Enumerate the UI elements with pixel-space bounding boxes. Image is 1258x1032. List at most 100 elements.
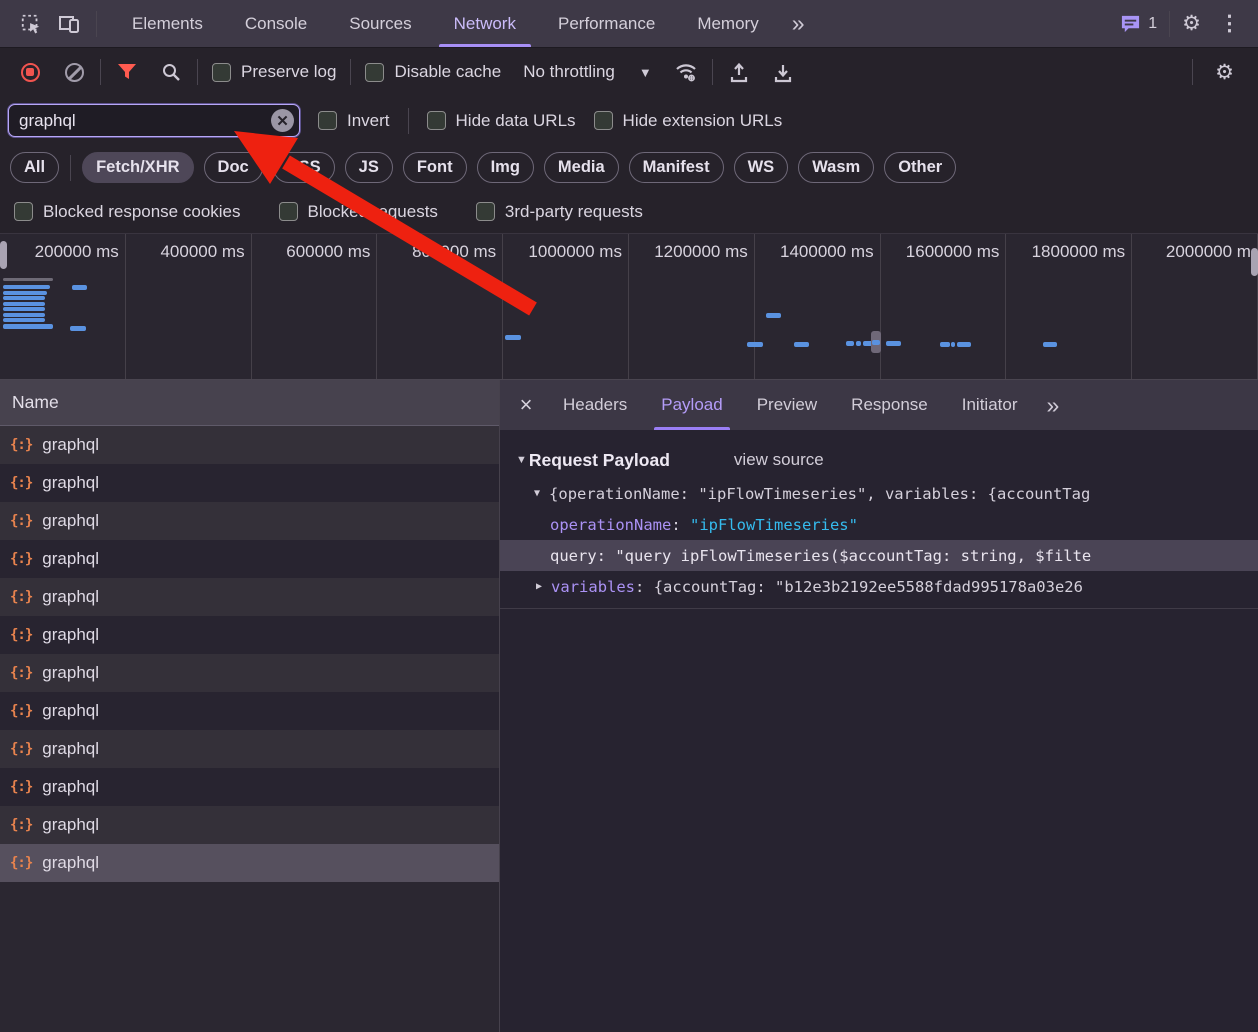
detail-tab-initiator[interactable]: Initiator — [945, 380, 1035, 430]
request-row[interactable]: {:}graphql — [0, 654, 499, 692]
type-chip-js[interactable]: JS — [345, 152, 393, 183]
inspect-element-icon[interactable] — [12, 4, 50, 44]
network-overview-timeline[interactable]: 200000 ms400000 ms600000 ms800000 ms1000… — [0, 233, 1258, 380]
type-chip-ws[interactable]: WS — [734, 152, 789, 183]
json-braces-icon: {:} — [10, 589, 32, 605]
settings-gear-icon[interactable]: ⚙ — [1170, 11, 1213, 36]
preserve-log-checkbox[interactable] — [212, 63, 231, 82]
waterfall-bar — [3, 296, 45, 300]
issues-button[interactable]: 1 — [1108, 14, 1169, 34]
request-row[interactable]: {:}graphql — [0, 464, 499, 502]
clear-filter-icon[interactable]: ✕ — [271, 109, 294, 132]
blocked-response-cookies-checkbox[interactable] — [14, 202, 33, 221]
blocked-requests-filter: Blocked requests — [279, 202, 438, 222]
request-name: graphql — [42, 853, 99, 873]
request-row[interactable]: {:}graphql — [0, 502, 499, 540]
divider — [197, 59, 198, 85]
invert-checkbox[interactable] — [318, 111, 337, 130]
detail-tab-preview[interactable]: Preview — [740, 380, 834, 430]
type-chip-media[interactable]: Media — [544, 152, 619, 183]
detail-tabs: HeadersPayloadPreviewResponseInitiator — [546, 380, 1034, 430]
detail-tab-payload[interactable]: Payload — [644, 380, 739, 430]
divider — [96, 11, 97, 37]
timeline-tick-label: 1800000 ms — [1006, 234, 1131, 262]
device-toolbar-icon[interactable] — [50, 4, 88, 44]
tab-memory[interactable]: Memory — [676, 0, 779, 47]
payload-root-row[interactable]: ▼ {operationName: "ipFlowTimeseries", va… — [500, 478, 1258, 509]
request-row[interactable]: {:}graphql — [0, 578, 499, 616]
extra-filter-row: Blocked response cookiesBlocked requests… — [0, 190, 1258, 233]
request-row[interactable]: {:}graphql — [0, 692, 499, 730]
clear-network-log-icon[interactable] — [56, 54, 92, 90]
waterfall-bar — [957, 342, 971, 347]
record-button[interactable] — [12, 54, 48, 90]
request-name: graphql — [42, 625, 99, 645]
network-settings-gear-icon[interactable]: ⚙ — [1203, 60, 1246, 85]
tab-sources[interactable]: Sources — [328, 0, 432, 47]
more-detail-tabs-icon[interactable]: » — [1034, 392, 1069, 419]
payload-row-operation-name[interactable]: operationName: "ipFlowTimeseries" — [500, 509, 1258, 540]
type-chip-css[interactable]: CSS — [273, 152, 335, 183]
view-source-link[interactable]: view source — [734, 450, 824, 470]
kebab-menu-icon[interactable]: ⋮ — [1213, 11, 1246, 36]
request-row[interactable]: {:}graphql — [0, 426, 499, 464]
close-detail-icon[interactable]: × — [506, 392, 546, 418]
type-chip-all[interactable]: All — [10, 152, 59, 183]
expand-triangle-icon[interactable]: ▼ — [534, 488, 540, 499]
tab-performance[interactable]: Performance — [537, 0, 676, 47]
waterfall-bar — [72, 285, 87, 290]
divider — [712, 59, 713, 85]
throttling-dropdown[interactable]: No throttling ▼ — [515, 62, 660, 82]
request-name: graphql — [42, 549, 99, 569]
disable-cache-label: Disable cache — [394, 62, 501, 82]
type-chip-other[interactable]: Other — [884, 152, 956, 183]
json-braces-icon: {:} — [10, 779, 32, 795]
detail-tab-response[interactable]: Response — [834, 380, 945, 430]
expand-triangle-icon[interactable]: ▶ — [536, 581, 542, 592]
type-chip-doc[interactable]: Doc — [204, 152, 263, 183]
detail-tab-headers[interactable]: Headers — [546, 380, 644, 430]
timeline-tick-label: 1600000 ms — [881, 234, 1006, 262]
hide-data-urls-checkbox[interactable] — [427, 111, 446, 130]
hide-extension-urls-checkbox[interactable] — [594, 111, 613, 130]
waterfall-bar — [846, 341, 854, 346]
timeline-tick-label: 1400000 ms — [755, 234, 880, 262]
search-icon[interactable] — [153, 54, 189, 90]
filter-input[interactable] — [8, 104, 300, 137]
3rd-party-requests-checkbox[interactable] — [476, 202, 495, 221]
type-chip-wasm[interactable]: Wasm — [798, 152, 874, 183]
waterfall-bar — [3, 285, 50, 289]
request-row[interactable]: {:}graphql — [0, 768, 499, 806]
timeline-column: 400000 ms — [126, 234, 252, 379]
request-row[interactable]: {:}graphql — [0, 616, 499, 654]
waterfall-bar — [70, 326, 86, 331]
waterfall-bar — [766, 313, 781, 318]
name-column-header[interactable]: Name — [0, 380, 499, 426]
request-row[interactable]: {:}graphql — [0, 806, 499, 844]
tab-network[interactable]: Network — [433, 0, 537, 47]
payload-row-variables[interactable]: ▶ variables: {accountTag: "b12e3b2192ee5… — [500, 571, 1258, 602]
more-panels-icon[interactable]: » — [780, 10, 815, 37]
request-name: graphql — [42, 739, 99, 759]
blocked-requests-checkbox[interactable] — [279, 202, 298, 221]
waterfall-bar — [940, 342, 950, 347]
type-chip-manifest[interactable]: Manifest — [629, 152, 724, 183]
tab-elements[interactable]: Elements — [111, 0, 224, 47]
disable-cache-checkbox[interactable] — [365, 63, 384, 82]
filter-funnel-icon[interactable] — [109, 54, 145, 90]
type-chip-fetch-xhr[interactable]: Fetch/XHR — [82, 152, 193, 183]
request-row[interactable]: {:}graphql — [0, 730, 499, 768]
tab-console[interactable]: Console — [224, 0, 328, 47]
type-chip-img[interactable]: Img — [477, 152, 534, 183]
import-har-icon[interactable] — [721, 54, 757, 90]
collapse-triangle-icon[interactable]: ▼ — [516, 454, 527, 466]
timeline-tick-label: 1200000 ms — [629, 234, 754, 262]
request-row[interactable]: {:}graphql — [0, 540, 499, 578]
request-name: graphql — [42, 815, 99, 835]
export-har-icon[interactable] — [765, 54, 801, 90]
caret-down-icon: ▼ — [639, 65, 652, 80]
payload-row-query[interactable]: query: "query ipFlowTimeseries($accountT… — [500, 540, 1258, 571]
type-chip-font[interactable]: Font — [403, 152, 467, 183]
network-conditions-icon[interactable] — [668, 54, 704, 90]
request-row[interactable]: {:}graphql — [0, 844, 499, 882]
